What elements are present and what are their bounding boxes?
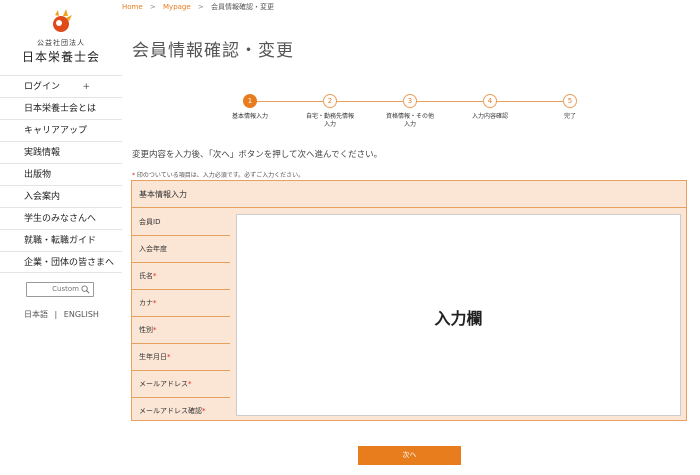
form-row-email: メールアドレス* (132, 371, 230, 398)
instruction-text: 変更内容を入力後、「次へ」ボタンを押して次へ進んでください。 (132, 150, 383, 160)
step-number: 3 (403, 94, 417, 108)
logo[interactable]: 公益社団法人 日本栄養士会 (0, 6, 122, 70)
input-area-label: 入力欄 (434, 309, 483, 328)
logo-mark-icon (53, 9, 72, 32)
form-row-name: 氏名* (132, 263, 230, 290)
step-number: 2 (323, 94, 337, 108)
sidebar-item-label: ログイン (24, 82, 61, 92)
field-label: メールアドレス (139, 380, 188, 388)
field-label: 生年月日 (139, 353, 167, 361)
progress-steps: 1 基本情報入力 2 自宅・勤務先情報入力 3 資格情報・その他入力 4 入力内… (200, 93, 620, 133)
lang-separator: | (54, 310, 58, 319)
step-number: 5 (563, 94, 577, 108)
form-row-gender: 性別* (132, 317, 230, 344)
sidebar-item-practice[interactable]: 実践情報 (0, 141, 122, 163)
step-5: 5 完了 (530, 94, 610, 121)
required-mark: * (153, 326, 157, 334)
required-mark: * (132, 172, 135, 179)
lang-en-link[interactable]: ENGLISH (64, 310, 99, 319)
sidebar-item-companies[interactable]: 企業・団体の皆さまへ (0, 251, 122, 273)
sidebar: 公益社団法人 日本栄養士会 ログイン + 日本栄養士会とは キャリアアップ 実践… (0, 0, 122, 475)
form-row-kana: カナ* (132, 290, 230, 317)
breadcrumb: Home > Mypage > 会員情報確認・変更 (122, 2, 274, 12)
required-mark: * (153, 272, 157, 280)
sidebar-item-login[interactable]: ログイン + (0, 75, 122, 97)
sidebar-item-students[interactable]: 学生のみなさんへ (0, 207, 122, 229)
breadcrumb-current: 会員情報確認・変更 (211, 3, 275, 11)
search-icon[interactable] (81, 285, 90, 294)
required-mark: * (153, 299, 157, 307)
field-label: カナ (139, 299, 153, 307)
required-mark: * (202, 407, 206, 415)
search-placeholder: Custom (52, 285, 79, 293)
form-row-email-confirm: メールアドレス確認* (132, 398, 230, 425)
step-label: 入力内容確認 (471, 113, 508, 120)
language-switcher: 日本語 | ENGLISH (24, 309, 103, 320)
form-row-member-id: 会員ID (132, 209, 230, 236)
step-2: 2 自宅・勤務先情報入力 (290, 94, 370, 129)
step-3: 3 資格情報・その他入力 (370, 94, 450, 129)
sidebar-item-about[interactable]: 日本栄養士会とは (0, 97, 122, 119)
search-input[interactable]: Custom (26, 282, 94, 297)
input-area[interactable]: 入力欄 (236, 214, 681, 416)
step-number: 1 (243, 94, 257, 108)
sidebar-item-jobs[interactable]: 就職・転職ガイド (0, 229, 122, 251)
step-label: 基本情報入力 (231, 113, 268, 120)
lang-ja-link[interactable]: 日本語 (24, 310, 48, 319)
breadcrumb-separator: > (197, 3, 204, 11)
step-label: 資格情報・その他入力 (386, 113, 435, 128)
next-button[interactable]: 次へ (358, 446, 461, 465)
step-label: 自宅・勤務先情報入力 (306, 113, 355, 128)
field-label: 入会年度 (139, 245, 167, 253)
step-4: 4 入力内容確認 (450, 94, 530, 121)
field-label: 氏名 (139, 272, 153, 280)
step-number: 4 (483, 94, 497, 108)
sidebar-nav: ログイン + 日本栄養士会とは キャリアアップ 実践情報 出版物 入会案内 学生… (0, 75, 122, 273)
required-note-text: 印のついている項目は、入力必須です。必ずご入力ください。 (136, 172, 305, 179)
step-1: 1 基本情報入力 (210, 94, 290, 121)
page-title: 会員情報確認・変更 (132, 41, 294, 61)
breadcrumb-home[interactable]: Home (122, 3, 143, 11)
field-label: メールアドレス確認 (139, 407, 202, 415)
sidebar-item-membership[interactable]: 入会案内 (0, 185, 122, 207)
field-label: 性別 (139, 326, 153, 334)
basic-info-form: 基本情報入力 会員ID 入会年度 氏名* カナ* 性別* 生年月日* メールアド… (131, 180, 687, 421)
org-type-label: 公益社団法人 (37, 39, 85, 47)
sidebar-item-publications[interactable]: 出版物 (0, 163, 122, 185)
field-label: 会員ID (139, 218, 161, 226)
plus-icon: + (82, 82, 90, 92)
sidebar-item-career[interactable]: キャリアアップ (0, 119, 122, 141)
step-label: 完了 (563, 113, 576, 120)
required-mark: * (167, 353, 171, 361)
org-name-label: 日本栄養士会 (21, 50, 100, 64)
breadcrumb-mypage[interactable]: Mypage (163, 3, 191, 11)
breadcrumb-separator: > (149, 3, 156, 11)
form-section-header: 基本情報入力 (132, 181, 686, 208)
required-note: * 印のついている項目は、入力必須です。必ずご入力ください。 (132, 170, 304, 179)
form-row-join-year: 入会年度 (132, 236, 230, 263)
required-mark: * (188, 380, 192, 388)
form-row-birthdate: 生年月日* (132, 344, 230, 371)
